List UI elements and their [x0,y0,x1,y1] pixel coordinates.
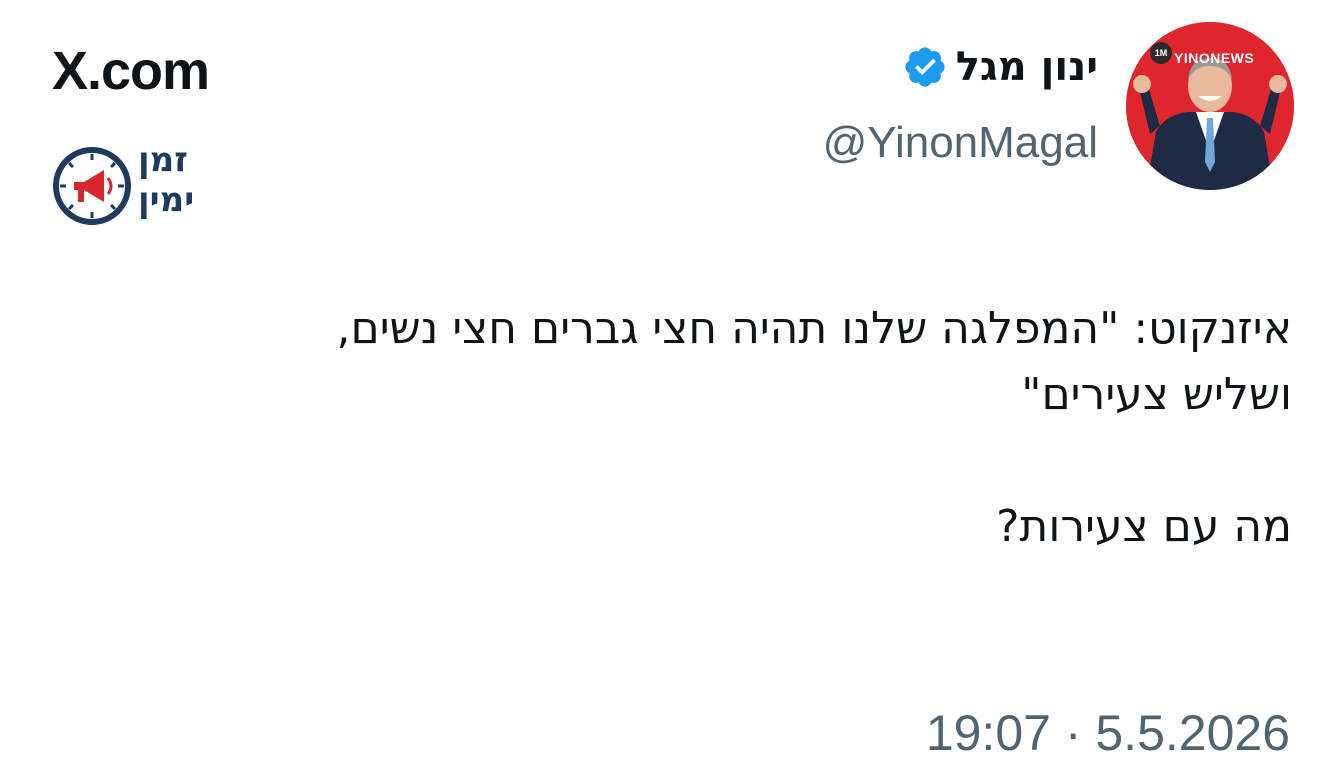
author-handle[interactable]: @YinonMagal [823,118,1098,168]
avatar-subscribers-badge: 1M [1150,42,1172,64]
avatar-brand-badge: YINONEWS [1174,50,1255,66]
clock-megaphone-icon [53,147,131,225]
tweet-timestamp[interactable]: 19:07 · 5.5.2026 [926,704,1290,762]
tweet-text: איזנקוט: "המפלגה שלנו תהיה חצי גברים חצי… [32,296,1292,560]
brand-logo: זמן ימין [52,140,222,232]
brand-logo-text: זמן ימין [138,140,194,220]
verified-badge-icon [905,47,945,87]
author-name[interactable]: ינון מגל [956,44,1098,90]
tweet-line: מה עם צעירות? [996,501,1292,552]
site-label: X.com [52,41,210,101]
author-header[interactable]: ינון מגל [902,44,1098,90]
avatar[interactable]: 1M YINONEWS [1126,22,1294,190]
tweet-line: ושליש צעירים" [1021,369,1292,420]
brand-logo-line1: זמן [138,140,188,180]
brand-logo-line2: ימין [138,180,195,220]
tweet-line: איזנקוט: "המפלגה שלנו תהיה חצי גברים חצי… [336,303,1292,354]
